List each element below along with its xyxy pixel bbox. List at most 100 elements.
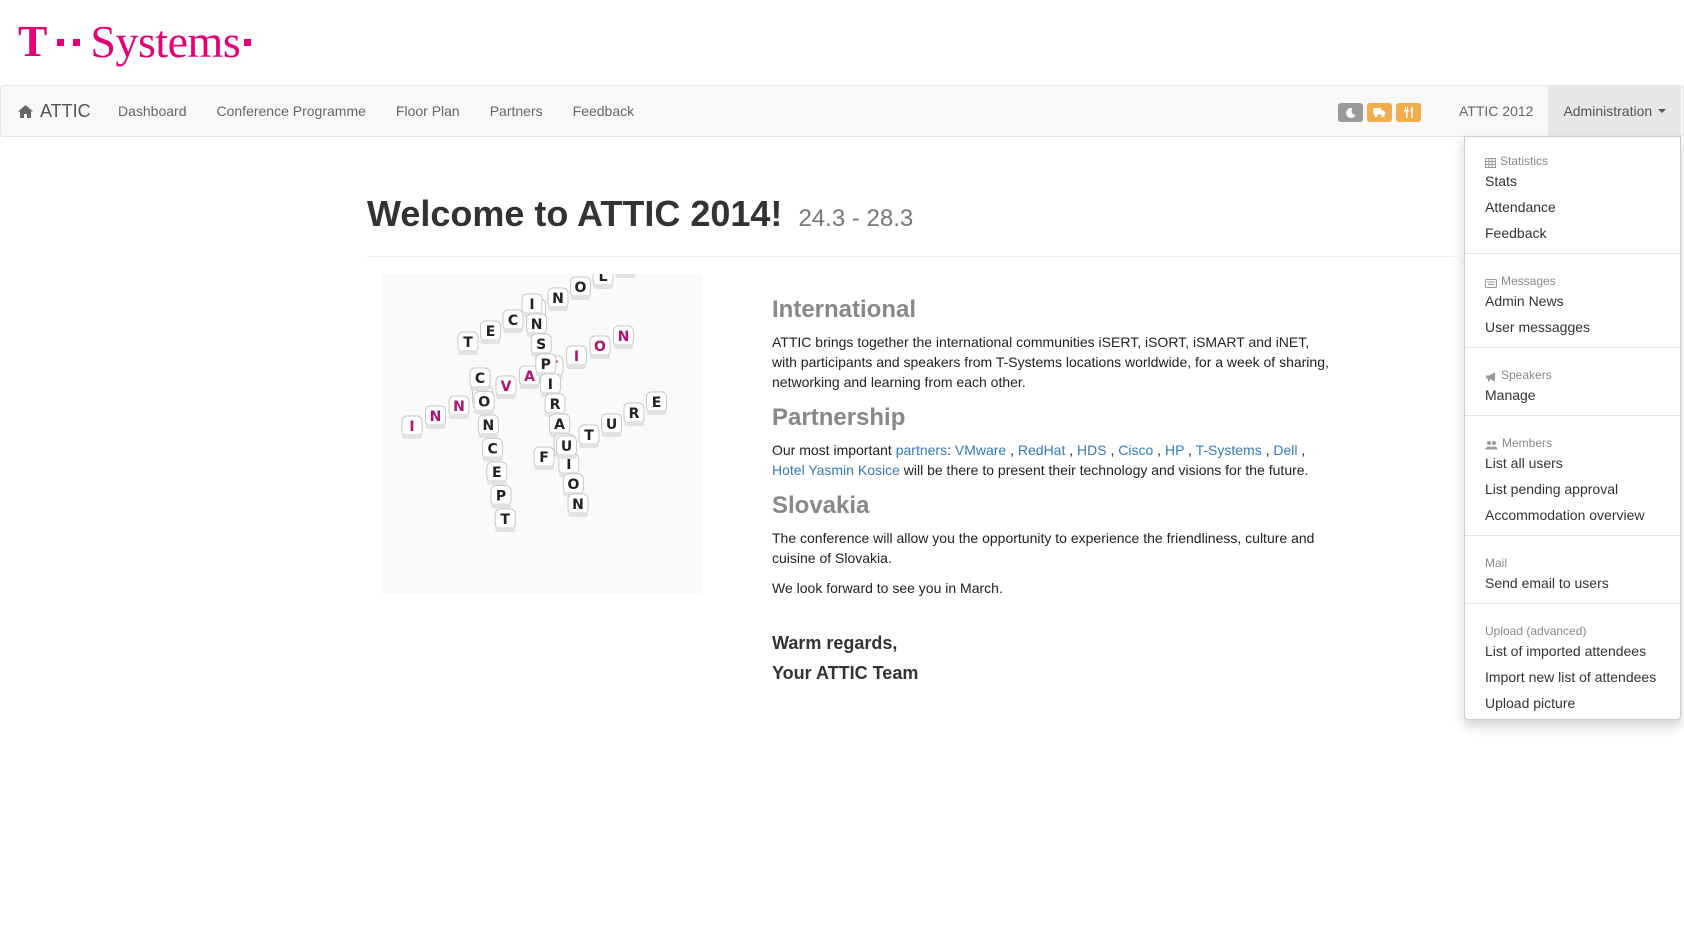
hero-dice-svg: TECHNOLOGYINNOVATIONCONCEPTINSPIRATIONFU… bbox=[401, 232, 681, 532]
nav-partners[interactable]: Partners bbox=[475, 86, 558, 136]
svg-text:N: N bbox=[430, 409, 442, 425]
dropdown-item-list-all-users[interactable]: List all users bbox=[1465, 450, 1680, 476]
svg-text:O: O bbox=[567, 477, 579, 493]
regards: Warm regards, Your ATTIC Team bbox=[772, 628, 1332, 688]
logo-t: T bbox=[18, 17, 48, 66]
svg-text:I: I bbox=[529, 297, 534, 313]
dice-letter: T bbox=[578, 424, 600, 448]
dropdown-item-upload-picture[interactable]: Upload picture bbox=[1465, 690, 1680, 716]
svg-text:O: O bbox=[575, 280, 587, 296]
svg-text:O: O bbox=[478, 395, 490, 411]
dropdown-item-user-messages[interactable]: User messagges bbox=[1465, 314, 1680, 340]
dice-letter: C bbox=[502, 309, 524, 333]
svg-text:A: A bbox=[554, 417, 565, 433]
svg-text:F: F bbox=[539, 450, 549, 466]
home-icon bbox=[18, 104, 33, 118]
section-slovakia: Slovakia The conference will allow you t… bbox=[772, 492, 1332, 598]
partnership-intro: Our most important bbox=[772, 442, 892, 458]
svg-text:L: L bbox=[599, 274, 608, 285]
dropdown-item-attendance[interactable]: Attendance bbox=[1465, 194, 1680, 220]
dropdown-item-feedback[interactable]: Feedback bbox=[1465, 220, 1680, 246]
svg-text:P: P bbox=[496, 489, 506, 505]
nav-feedback[interactable]: Feedback bbox=[558, 86, 649, 136]
dropdown-item-list-imported-attendees[interactable]: List of imported attendees bbox=[1465, 638, 1680, 664]
dropdown-header-messages: Messages bbox=[1465, 262, 1680, 288]
svg-text:C: C bbox=[487, 442, 497, 458]
dice-letter: F bbox=[533, 446, 555, 470]
dice-letter: I bbox=[566, 345, 587, 369]
dropdown-item-list-pending-approval[interactable]: List pending approval bbox=[1465, 476, 1680, 502]
dice-letter: I bbox=[401, 415, 423, 439]
title-divider bbox=[367, 256, 1464, 257]
svg-text:N: N bbox=[572, 497, 584, 513]
svg-text:R: R bbox=[629, 406, 640, 422]
dice-letter: N bbox=[567, 493, 589, 517]
dropdown-item-import-new-attendees[interactable]: Import new list of attendees bbox=[1465, 664, 1680, 690]
link-partner-hp[interactable]: HP bbox=[1165, 442, 1184, 458]
dice-letter: N bbox=[613, 325, 634, 349]
page-title-text: Welcome to ATTIC 2014! bbox=[367, 193, 783, 234]
section-international: International ATTIC brings together the … bbox=[772, 296, 1332, 392]
link-partner-vmware[interactable]: VMware bbox=[955, 442, 1006, 458]
heading-partnership: Partnership bbox=[772, 404, 906, 431]
svg-text:E: E bbox=[652, 395, 662, 411]
dice-letter: N bbox=[477, 414, 499, 438]
svg-text:S: S bbox=[536, 337, 546, 353]
svg-text:C: C bbox=[508, 313, 518, 329]
dropdown-item-stats[interactable]: Stats bbox=[1465, 168, 1680, 194]
dice-letter: T bbox=[494, 508, 516, 532]
svg-text:P: P bbox=[541, 357, 551, 373]
link-partner-hotel-yasmin[interactable]: Hotel Yasmin Kosice bbox=[772, 462, 900, 478]
navbar: ATTIC Dashboard Conference Programme Flo… bbox=[0, 85, 1684, 137]
dropdown-item-manage[interactable]: Manage bbox=[1465, 382, 1680, 408]
regards-line-2: Your ATTIC Team bbox=[772, 663, 919, 683]
administration-dropdown-menu: Statistics Stats Attendance Feedback Mes… bbox=[1464, 136, 1681, 720]
dropdown-header-statistics: Statistics bbox=[1465, 142, 1680, 168]
bullhorn-icon bbox=[1486, 372, 1495, 382]
keyboard-icon bbox=[1485, 279, 1497, 288]
dice-letter: C bbox=[482, 438, 504, 462]
nav-dashboard[interactable]: Dashboard bbox=[103, 86, 202, 136]
dropdown-header-members: Members bbox=[1465, 424, 1680, 450]
svg-text:A: A bbox=[524, 369, 535, 385]
svg-text:N: N bbox=[453, 399, 465, 415]
dropdown-item-accommodation-overview[interactable]: Accommodation overview bbox=[1465, 502, 1680, 528]
svg-text:I: I bbox=[548, 377, 553, 393]
dropdown-header-messages-label: Messages bbox=[1501, 274, 1556, 288]
cutlery-icon[interactable] bbox=[1396, 103, 1421, 122]
dropdown-header-statistics-label: Statistics bbox=[1500, 154, 1549, 168]
page-title-dates: 24.3 - 28.3 bbox=[798, 205, 914, 232]
logo-name: Systems bbox=[90, 16, 241, 67]
nav-administration-dropdown[interactable]: Administration bbox=[1548, 86, 1682, 136]
link-partner-redhat[interactable]: RedHat bbox=[1018, 442, 1065, 458]
dice-letter: U bbox=[556, 435, 577, 459]
dice-letter: E bbox=[486, 461, 508, 485]
link-partner-hds[interactable]: HDS bbox=[1077, 442, 1107, 458]
svg-text:T: T bbox=[463, 335, 473, 351]
svg-text:O: O bbox=[594, 339, 606, 355]
link-partner-cisco[interactable]: Cisco bbox=[1118, 442, 1153, 458]
dice-letter: U bbox=[601, 413, 622, 437]
dropdown-item-send-email[interactable]: Send email to users bbox=[1465, 570, 1680, 596]
nav-floor-plan[interactable]: Floor Plan bbox=[381, 86, 475, 136]
dropdown-header-upload-label: Upload (advanced) bbox=[1485, 624, 1587, 638]
nav-right-links: ATTIC 2012 Administration bbox=[1444, 86, 1682, 136]
link-partner-dell[interactable]: Dell bbox=[1273, 442, 1297, 458]
nav-brand-home[interactable]: ATTIC bbox=[17, 86, 91, 136]
truck-icon[interactable] bbox=[1367, 103, 1392, 122]
svg-text:N: N bbox=[618, 329, 630, 345]
dropdown-divider bbox=[1465, 603, 1680, 604]
svg-text:R: R bbox=[550, 397, 561, 413]
dropdown-divider bbox=[1465, 347, 1680, 348]
dropdown-item-admin-news[interactable]: Admin News bbox=[1465, 288, 1680, 314]
nav-attic-2012[interactable]: ATTIC 2012 bbox=[1444, 86, 1548, 136]
moon-icon[interactable] bbox=[1338, 103, 1363, 122]
link-partners[interactable]: partners bbox=[896, 442, 947, 458]
dropdown-header-mail: Mail bbox=[1465, 544, 1680, 570]
dice-letter: P bbox=[490, 485, 512, 509]
dice-letter: O bbox=[473, 391, 495, 415]
nav-conference-programme[interactable]: Conference Programme bbox=[202, 86, 381, 136]
dice-letter: V bbox=[495, 375, 517, 399]
logo-end-dot bbox=[244, 38, 252, 46]
link-partner-tsystems[interactable]: T-Systems bbox=[1196, 442, 1262, 458]
